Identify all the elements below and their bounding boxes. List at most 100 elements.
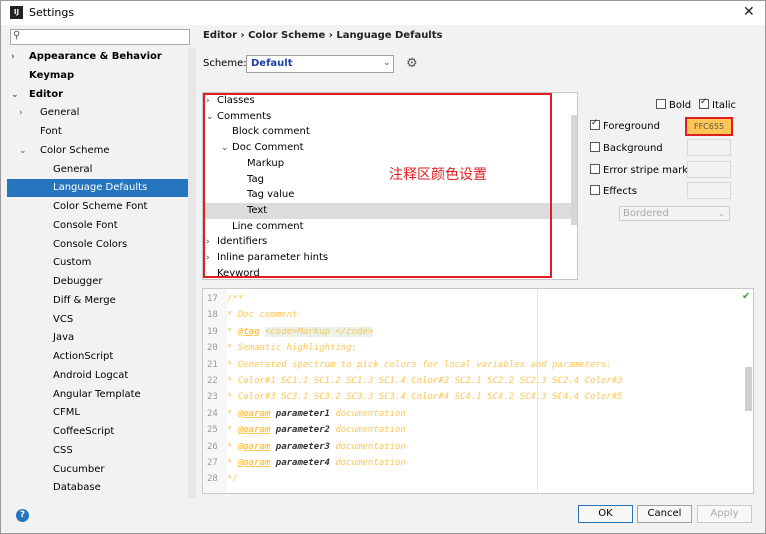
attribute-item[interactable]: Keyword bbox=[203, 266, 577, 279]
chevron-right-icon[interactable]: › bbox=[19, 104, 23, 122]
foreground-label: Foreground bbox=[603, 121, 660, 132]
error-stripe-color-swatch[interactable] bbox=[687, 161, 731, 178]
apply-button[interactable]: Apply bbox=[697, 505, 752, 523]
attribute-item-label: Doc Comment bbox=[232, 142, 304, 154]
italic-checkbox[interactable]: Italic bbox=[699, 97, 737, 111]
attribute-item-label: Block comment bbox=[232, 126, 310, 138]
sidebar-item[interactable]: ⌄ Editor bbox=[7, 86, 196, 104]
sidebar-item[interactable]: › Appearance & Behavior bbox=[7, 48, 196, 66]
chevron-down-icon[interactable]: ⌄ bbox=[11, 86, 19, 104]
sidebar-item[interactable]: VCS bbox=[7, 311, 196, 329]
attribute-item[interactable]: Text bbox=[203, 202, 577, 219]
comment-prefix: * bbox=[227, 408, 238, 419]
comment-text: * Color#1 SC1.1 SC1.2 SC1.3 SC1.4 Color#… bbox=[227, 376, 623, 386]
sidebar-item[interactable]: Debugger bbox=[7, 273, 196, 291]
sidebar-item[interactable]: › General bbox=[7, 104, 196, 122]
sidebar-item-label: CSS bbox=[53, 444, 73, 456]
attribute-item-label: Text bbox=[247, 204, 268, 216]
title-bar: IJ Settings ✕ bbox=[1, 1, 765, 25]
sidebar-scrollbar[interactable] bbox=[188, 48, 196, 498]
scheme-dropdown[interactable]: Default ⌄ bbox=[246, 55, 394, 73]
chevron-down-icon[interactable]: ⌄ bbox=[206, 109, 214, 125]
sidebar-item[interactable]: CFML bbox=[7, 404, 196, 422]
background-label: Background bbox=[603, 143, 663, 154]
chevron-down-icon[interactable]: ⌄ bbox=[221, 140, 229, 156]
sidebar-item[interactable]: Java bbox=[7, 329, 196, 347]
sidebar-item[interactable]: Console Font bbox=[7, 217, 196, 235]
sidebar-item[interactable]: Android Logcat bbox=[7, 367, 196, 385]
sidebar-item[interactable]: Diff & Merge bbox=[7, 292, 196, 310]
chevron-right-icon[interactable]: › bbox=[206, 234, 210, 250]
attribute-item-label: Comments bbox=[217, 110, 272, 122]
comment-prefix: * bbox=[227, 441, 238, 452]
attribute-item[interactable]: › Identifiers bbox=[203, 234, 577, 250]
background-check-box[interactable] bbox=[590, 142, 600, 152]
line-number: 28 bbox=[207, 474, 218, 485]
app-icon: IJ bbox=[10, 6, 23, 19]
italic-check-box[interactable] bbox=[699, 97, 709, 109]
sidebar-item[interactable]: Cucumber bbox=[7, 461, 196, 479]
effect-type-dropdown[interactable]: Bordered ⌄ bbox=[619, 206, 730, 221]
italic-label: Italic bbox=[712, 100, 737, 111]
attribute-item[interactable]: ⌄ Comments bbox=[203, 109, 577, 125]
scheme-label: Scheme: bbox=[203, 58, 247, 69]
effects-color-swatch[interactable] bbox=[687, 182, 731, 199]
code-line: 21 * Generated spectrum to pick colors f… bbox=[203, 357, 753, 374]
code-line: 20 * Semantic highlighting: bbox=[203, 340, 753, 357]
sidebar-item[interactable]: Language Defaults bbox=[7, 179, 196, 198]
chevron-right-icon[interactable]: › bbox=[206, 93, 210, 109]
close-icon[interactable]: ✕ bbox=[743, 4, 755, 20]
sidebar-item[interactable]: ActionScript bbox=[7, 348, 196, 366]
foreground-color-swatch[interactable]: FFC655 bbox=[685, 117, 733, 136]
sidebar-item[interactable]: Color Scheme Font bbox=[7, 198, 196, 216]
search-input[interactable]: ⚲ bbox=[10, 29, 190, 45]
sidebar-item-label: Color Scheme bbox=[40, 144, 110, 156]
error-stripe-checkbox[interactable]: Error stripe mark bbox=[590, 164, 688, 176]
sidebar-item[interactable]: Keymap bbox=[7, 67, 196, 85]
foreground-check-box[interactable] bbox=[590, 118, 600, 130]
chevron-down-icon: ⌄ bbox=[718, 209, 725, 218]
attribute-item-label: Line comment bbox=[232, 220, 304, 232]
attributes-scrollbar[interactable] bbox=[571, 115, 577, 225]
sidebar-item[interactable]: Angular Template bbox=[7, 386, 196, 404]
sidebar-item[interactable]: Database bbox=[7, 479, 196, 497]
doc-tag: @param bbox=[237, 408, 271, 419]
help-button[interactable]: ? bbox=[16, 509, 29, 522]
chevron-right-icon[interactable]: › bbox=[11, 48, 15, 66]
code-text: * Semantic highlighting: bbox=[227, 340, 357, 357]
bold-checkbox[interactable]: Bold bbox=[656, 99, 691, 111]
error-stripe-check-box[interactable] bbox=[590, 164, 600, 174]
sidebar-item[interactable]: General bbox=[7, 161, 196, 179]
sidebar-item[interactable]: Custom bbox=[7, 254, 196, 272]
attribute-item[interactable]: › Inline parameter hints bbox=[203, 250, 577, 266]
sidebar-item-label: Database bbox=[53, 482, 101, 494]
chevron-down-icon[interactable]: ⌄ bbox=[19, 142, 27, 160]
attribute-item[interactable]: Line comment bbox=[203, 219, 577, 235]
effects-checkbox[interactable]: Effects bbox=[590, 185, 637, 197]
bold-check-box[interactable] bbox=[656, 99, 666, 109]
comment-prefix: * bbox=[227, 458, 238, 468]
comment-text: * Color#3 SC3.1 SC3.2 SC3.3 SC3.4 Color#… bbox=[227, 392, 623, 403]
sidebar-item-label: VCS bbox=[53, 313, 74, 325]
gear-icon[interactable]: ⚙ bbox=[406, 56, 418, 71]
search-icon: ⚲ bbox=[13, 30, 21, 41]
attribute-item[interactable]: ⌄ Doc Comment bbox=[203, 140, 577, 156]
param-name: parameter1 bbox=[270, 408, 330, 419]
attribute-item[interactable]: Tag value bbox=[203, 187, 577, 203]
sidebar-item[interactable]: CSS bbox=[7, 442, 196, 460]
foreground-checkbox[interactable]: Foreground bbox=[590, 118, 660, 132]
background-checkbox[interactable]: Background bbox=[590, 142, 663, 154]
sidebar-item[interactable]: Font bbox=[7, 123, 196, 141]
bold-label: Bold bbox=[669, 100, 692, 111]
attribute-item[interactable]: › Classes bbox=[203, 93, 577, 109]
chevron-right-icon[interactable]: › bbox=[206, 250, 210, 266]
background-color-swatch[interactable] bbox=[687, 139, 731, 156]
attribute-item[interactable]: Block comment bbox=[203, 124, 577, 140]
preview-scrollbar[interactable] bbox=[745, 367, 752, 411]
ok-button[interactable]: OK bbox=[578, 505, 633, 523]
effects-check-box[interactable] bbox=[590, 185, 600, 195]
sidebar-item[interactable]: Console Colors bbox=[7, 236, 196, 254]
sidebar-item[interactable]: ⌄ Color Scheme bbox=[7, 142, 196, 160]
sidebar-item[interactable]: CoffeeScript bbox=[7, 423, 196, 441]
cancel-button[interactable]: Cancel bbox=[637, 505, 692, 523]
